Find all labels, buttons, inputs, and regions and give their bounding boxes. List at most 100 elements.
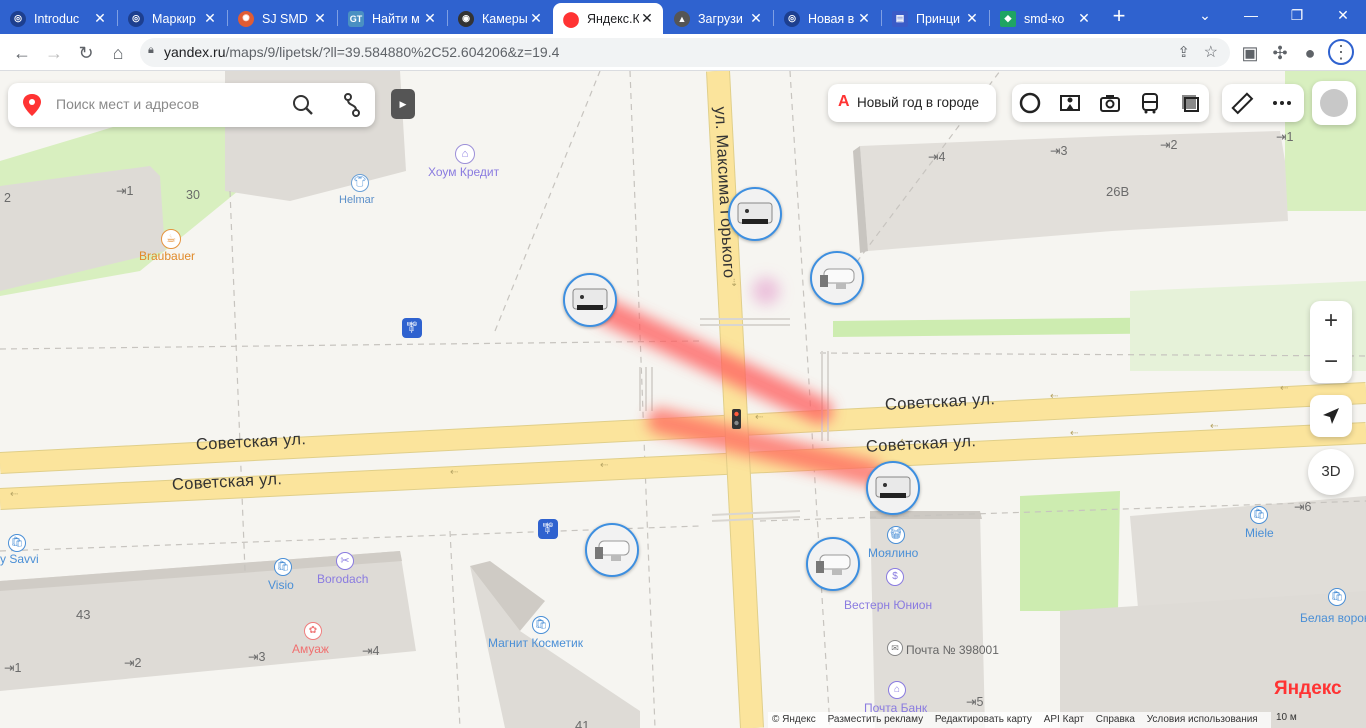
edit-map-link[interactable]: Редактировать карту: [935, 714, 1032, 725]
bus-icon[interactable]: [1138, 91, 1162, 115]
poi-label[interactable]: y Savvi: [0, 552, 39, 566]
poi-label[interactable]: Белая ворона: [1300, 611, 1366, 625]
poi-label[interactable]: Амуаж: [292, 642, 329, 656]
close-tab-icon[interactable]: ✕: [1076, 10, 1092, 27]
tab-smd-kod[interactable]: ◆ smd-ко ✕: [990, 3, 1100, 34]
menu-icon[interactable]: ⋮: [1328, 39, 1354, 65]
help-link[interactable]: Справка: [1096, 714, 1135, 725]
close-tab-icon[interactable]: ✕: [422, 10, 438, 27]
new-tab-button[interactable]: +: [1106, 4, 1132, 30]
bank-icon[interactable]: ⌂: [888, 681, 906, 699]
profile-icon[interactable]: ●: [1296, 39, 1324, 67]
bank-icon[interactable]: $: [886, 568, 904, 586]
poi-label[interactable]: Хоум Кредит: [428, 165, 499, 179]
poi-label[interactable]: Helmar: [339, 194, 374, 206]
camera-marker[interactable]: [585, 523, 639, 577]
close-tab-icon[interactable]: ✕: [202, 10, 218, 27]
poi-label[interactable]: Borodach: [317, 572, 368, 586]
advertise-link[interactable]: Разместить рекламу: [828, 714, 924, 725]
poi-label[interactable]: Вестерн Юнион: [844, 598, 932, 612]
map-layers-icon[interactable]: [1178, 91, 1202, 115]
close-tab-icon[interactable]: ✕: [748, 10, 764, 27]
camera-marker[interactable]: [563, 273, 617, 327]
svg-text:⇠: ⇠: [755, 412, 764, 423]
flower-icon[interactable]: ✿: [304, 622, 322, 640]
close-window-button[interactable]: ✕: [1320, 0, 1366, 30]
tab-sj-smd[interactable]: ✺ SJ SMD ✕: [228, 3, 336, 34]
scissors-icon[interactable]: ✂: [336, 552, 354, 570]
back-icon[interactable]: ←: [8, 39, 36, 67]
poi-label[interactable]: Visio: [268, 578, 294, 592]
shop-icon[interactable]: 🛍︎: [274, 558, 292, 576]
collapse-panel-button[interactable]: ▶: [391, 89, 415, 119]
close-tab-icon[interactable]: ✕: [964, 10, 980, 27]
camera-marker[interactable]: [810, 251, 864, 305]
search-box[interactable]: Поиск мест и адресов: [8, 83, 375, 127]
search-input[interactable]: Поиск мест и адресов: [56, 96, 199, 112]
copyright-link[interactable]: © Яндекс: [772, 714, 816, 725]
poi-label[interactable]: Магнит Косметик: [488, 636, 583, 650]
route-icon[interactable]: [340, 92, 364, 118]
tab-yandex-maps[interactable]: ⬤ Яндекс.К ✕: [553, 3, 663, 34]
hat-icon: ▲: [674, 10, 690, 27]
close-tab-icon[interactable]: ✕: [639, 10, 655, 27]
restaurant-icon[interactable]: ☕︎: [161, 229, 181, 249]
3d-toggle-button[interactable]: 3D: [1308, 449, 1354, 495]
extension-icon[interactable]: ▣: [1236, 39, 1264, 67]
poi-label[interactable]: Почта № 398001: [906, 643, 999, 657]
shirt-icon[interactable]: 👕︎: [351, 174, 369, 192]
share-icon[interactable]: ⇪: [1177, 43, 1190, 61]
close-tab-icon[interactable]: ✕: [856, 10, 872, 27]
camera-marker[interactable]: [866, 461, 920, 515]
traffic-icon[interactable]: [1018, 91, 1042, 115]
terms-link[interactable]: Условия использования: [1147, 714, 1258, 725]
reload-icon[interactable]: ↻: [72, 39, 100, 67]
home-icon[interactable]: ⌂: [104, 39, 132, 67]
chevron-down-icon[interactable]: ⌄: [1182, 0, 1228, 30]
restore-button[interactable]: ❐: [1274, 0, 1320, 30]
mail-icon[interactable]: ✉: [887, 640, 903, 656]
address-bar[interactable]: 🔒︎ yandex.ru/maps/9/lipetsk/?ll=39.58488…: [140, 38, 1230, 67]
bus-stop-icon[interactable]: 🚏︎: [402, 318, 422, 338]
close-tab-icon[interactable]: ✕: [312, 10, 328, 27]
avatar: [1320, 89, 1348, 117]
puzzle-icon[interactable]: ✣: [1266, 39, 1294, 67]
forward-icon[interactable]: →: [40, 39, 68, 67]
tab-novaya[interactable]: ◎ Новая в ✕: [774, 3, 880, 34]
tab-zagruzi[interactable]: ▲ Загрузи ✕: [664, 3, 772, 34]
minimize-button[interactable]: —: [1228, 0, 1274, 30]
tab-kamery[interactable]: ◉ Камеры ✕: [448, 3, 552, 34]
bank-icon[interactable]: ⌂: [455, 144, 475, 164]
tab-introduc[interactable]: ◎ Introduc ✕: [0, 3, 116, 34]
camera-marker[interactable]: [728, 187, 782, 241]
shop-icon[interactable]: 🛍︎: [8, 534, 26, 552]
user-profile-button[interactable]: [1312, 81, 1356, 125]
shop-icon[interactable]: 🛍︎: [532, 616, 550, 634]
bus-stop-icon[interactable]: 🚏︎: [538, 519, 558, 539]
promo-new-year[interactable]: А Новый год в городе: [828, 84, 996, 122]
basket-icon[interactable]: 🧺︎: [887, 526, 905, 544]
camera-icon: [875, 476, 911, 498]
tab-princi[interactable]: ▤ Принци ✕: [882, 3, 988, 34]
api-link[interactable]: API Карт: [1044, 714, 1084, 725]
search-icon[interactable]: [291, 93, 315, 117]
star-icon[interactable]: ☆: [1204, 42, 1218, 62]
zoom-out-button[interactable]: −: [1310, 342, 1352, 383]
shop-icon[interactable]: 🛍︎: [1328, 588, 1346, 606]
my-location-button[interactable]: [1310, 395, 1352, 437]
map-canvas[interactable]: ⇠ ⇠ ⇠ ⇠ ⇠ ⇠ ⇠ ⇠ ⇠ ⇠ ⇣ Советская ул. Советская у…: [0, 71, 1366, 728]
camera-marker[interactable]: [806, 537, 860, 591]
camera-icon[interactable]: [1098, 91, 1122, 115]
shop-icon[interactable]: 🛍︎: [1250, 506, 1268, 524]
poi-label[interactable]: Braubauer: [139, 249, 195, 263]
more-icon[interactable]: [1270, 91, 1294, 115]
panorama-icon[interactable]: [1058, 91, 1082, 115]
tab-najti[interactable]: GT Найти м ✕: [338, 3, 446, 34]
poi-label[interactable]: Miele: [1245, 526, 1274, 540]
poi-label[interactable]: Моялино: [868, 546, 918, 560]
zoom-in-button[interactable]: +: [1310, 301, 1352, 342]
close-tab-icon[interactable]: ✕: [92, 10, 108, 27]
ruler-icon[interactable]: [1230, 91, 1254, 115]
close-tab-icon[interactable]: ✕: [528, 10, 544, 27]
tab-markir[interactable]: ◎ Маркир ✕: [118, 3, 226, 34]
